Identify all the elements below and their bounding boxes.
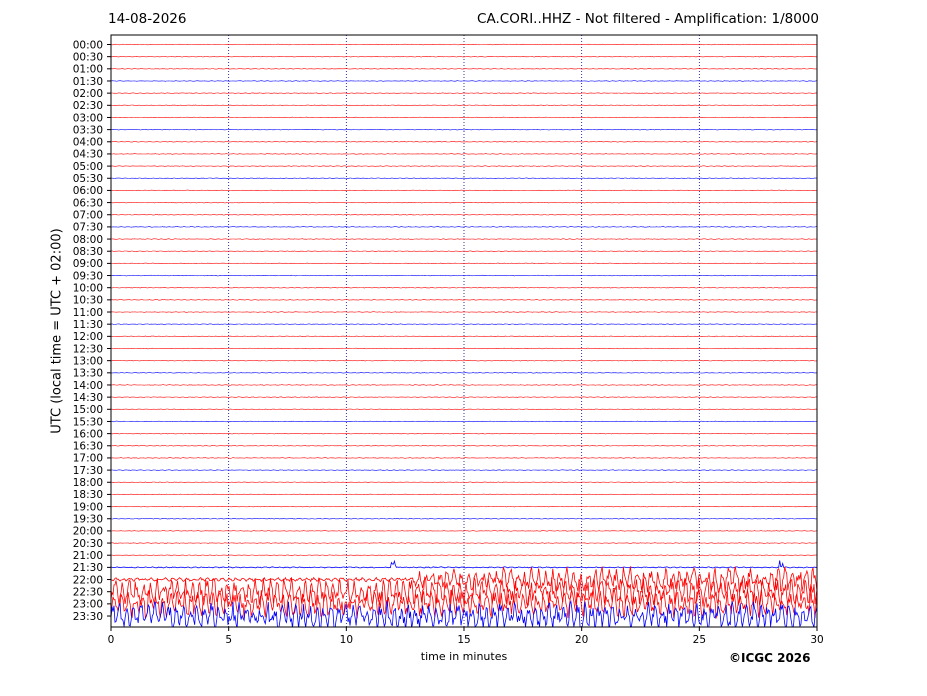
y-tick-label-28: 14:00 <box>73 380 103 392</box>
trace-18:00 <box>111 481 817 483</box>
y-tick-label-34: 17:00 <box>73 453 103 465</box>
y-ticks: 00:0000:3001:0001:3002:0002:3003:0003:30… <box>73 39 111 623</box>
y-tick-label-15: 07:30 <box>73 222 103 234</box>
trace-03:30 <box>111 128 817 131</box>
y-tick-label-1: 00:30 <box>73 51 103 63</box>
trace-16:00 <box>111 432 817 435</box>
y-tick-label-21: 10:30 <box>73 295 103 307</box>
trace-14:30 <box>111 396 817 398</box>
trace-13:30 <box>111 372 817 374</box>
x-tick-label-4: 20 <box>575 634 588 646</box>
trace-01:00 <box>111 68 817 70</box>
trace-19:30 <box>111 518 817 520</box>
y-tick-label-37: 18:30 <box>73 489 103 501</box>
trace-17:00 <box>111 457 817 459</box>
y-tick-label-40: 20:00 <box>73 526 103 538</box>
traces <box>111 43 817 627</box>
y-tick-label-46: 23:00 <box>73 599 103 611</box>
x-tick-label-3: 15 <box>457 634 470 646</box>
trace-15:00 <box>111 408 817 410</box>
y-tick-label-41: 20:30 <box>73 538 103 550</box>
y-tick-label-24: 12:00 <box>73 331 103 343</box>
y-tick-label-5: 02:30 <box>73 100 103 112</box>
y-tick-label-9: 04:30 <box>73 149 103 161</box>
trace-00:00 <box>111 43 817 46</box>
trace-16:30 <box>111 445 817 447</box>
copyright-label: ©ICGC 2026 <box>729 651 811 665</box>
trace-11:30 <box>111 323 817 325</box>
y-tick-label-14: 07:00 <box>73 210 103 222</box>
trace-11:00 <box>111 311 817 313</box>
y-tick-label-38: 19:00 <box>73 501 103 513</box>
trace-20:00 <box>111 530 817 532</box>
y-tick-label-35: 17:30 <box>73 465 103 477</box>
trace-06:30 <box>111 201 817 204</box>
y-tick-label-27: 13:30 <box>73 368 103 380</box>
y-tick-label-32: 16:00 <box>73 428 103 440</box>
trace-21:00 <box>111 554 817 556</box>
y-tick-label-43: 21:30 <box>73 562 103 574</box>
trace-08:30 <box>111 250 817 252</box>
y-tick-label-29: 14:30 <box>73 392 103 404</box>
y-tick-label-26: 13:00 <box>73 355 103 367</box>
trace-14:00 <box>111 384 817 386</box>
helicorder-chart: 00:0000:3001:0001:3002:0002:3003:0003:30… <box>73 34 824 646</box>
trace-12:30 <box>111 347 817 350</box>
x-tick-label-2: 10 <box>340 634 353 646</box>
y-tick-label-11: 05:30 <box>73 173 103 185</box>
trace-07:00 <box>111 214 817 216</box>
trace-04:30 <box>111 153 817 155</box>
y-axis-label: UTC (local time = UTC + 02:00) <box>49 228 65 434</box>
y-tick-label-47: 23:30 <box>73 611 103 623</box>
trace-12:00 <box>111 335 817 338</box>
y-tick-label-45: 22:30 <box>73 587 103 599</box>
y-tick-label-3: 01:30 <box>73 76 103 88</box>
y-tick-label-0: 00:00 <box>73 39 103 51</box>
y-tick-label-33: 16:30 <box>73 441 103 453</box>
y-tick-label-16: 08:00 <box>73 234 103 246</box>
trace-05:30 <box>111 177 817 179</box>
date-label: 14-08-2026 <box>108 11 187 27</box>
trace-06:00 <box>111 189 817 192</box>
trace-04:00 <box>111 141 817 143</box>
y-tick-label-36: 18:00 <box>73 477 103 489</box>
x-tick-label-0: 0 <box>108 634 115 646</box>
trace-05:00 <box>111 165 817 167</box>
y-tick-label-12: 06:00 <box>73 185 103 197</box>
y-tick-label-22: 11:00 <box>73 307 103 319</box>
chart-title: CA.CORI..HHZ - Not filtered - Amplificat… <box>477 11 819 27</box>
trace-02:30 <box>111 104 817 106</box>
y-tick-label-39: 19:30 <box>73 514 103 526</box>
trace-03:00 <box>111 116 817 119</box>
x-axis-label: time in minutes <box>420 650 508 663</box>
y-tick-label-42: 21:00 <box>73 550 103 562</box>
trace-13:00 <box>111 359 817 362</box>
trace-18:30 <box>111 493 817 496</box>
trace-20:30 <box>111 542 817 544</box>
y-tick-label-2: 01:00 <box>73 64 103 76</box>
trace-15:30 <box>111 420 817 423</box>
y-tick-label-30: 15:00 <box>73 404 103 416</box>
y-tick-label-23: 11:30 <box>73 319 103 331</box>
y-tick-label-10: 05:00 <box>73 161 103 173</box>
y-tick-label-19: 09:30 <box>73 270 103 282</box>
y-tick-label-13: 06:30 <box>73 197 103 209</box>
trace-02:00 <box>111 92 817 94</box>
y-tick-label-8: 04:00 <box>73 137 103 149</box>
y-tick-label-7: 03:30 <box>73 124 103 136</box>
x-tick-label-1: 5 <box>225 634 232 646</box>
y-tick-label-25: 12:30 <box>73 343 103 355</box>
trace-01:30 <box>111 80 817 82</box>
y-tick-label-4: 02:00 <box>73 88 103 100</box>
y-tick-label-6: 03:00 <box>73 112 103 124</box>
y-tick-label-20: 10:00 <box>73 283 103 295</box>
y-tick-label-18: 09:00 <box>73 258 103 270</box>
y-tick-label-17: 08:30 <box>73 246 103 258</box>
trace-07:30 <box>111 226 817 228</box>
x-tick-label-6: 30 <box>810 634 823 646</box>
y-tick-label-31: 15:30 <box>73 416 103 428</box>
x-tick-label-5: 25 <box>693 634 706 646</box>
plot-frame <box>110 34 818 628</box>
y-tick-label-44: 22:00 <box>73 574 103 586</box>
